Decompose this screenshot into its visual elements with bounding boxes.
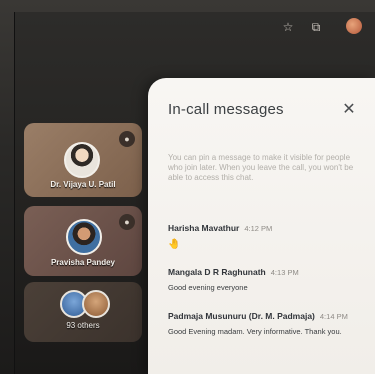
participant-name: Dr. Vijaya U. Patil: [50, 180, 116, 189]
microphone-icon[interactable]: ●: [119, 131, 135, 147]
message-time: 4:13 PM: [270, 268, 299, 277]
raised-hand-icon: 🤚: [168, 239, 181, 250]
close-icon[interactable]: ✕: [341, 102, 357, 118]
group-avatars: [60, 290, 110, 318]
in-call-messages-panel: In-call messages ✕ You can pin a message…: [148, 78, 375, 374]
extension-icon[interactable]: ⧉: [309, 20, 323, 34]
message-time: 4:12 PM: [244, 224, 273, 233]
participant-name: Pravisha Pandey: [50, 258, 116, 267]
message-sender: Mangala D R Raghunath: [168, 267, 266, 277]
avatar: [64, 142, 100, 178]
participant-name: 93 others: [66, 321, 100, 330]
star-icon[interactable]: ☆: [281, 20, 295, 34]
participant-tile-others[interactable]: 93 others: [24, 282, 142, 342]
message-sender: Padmaja Musunuru (Dr. M. Padmaja): [168, 311, 315, 321]
participant-tile-vijaya[interactable]: ● Dr. Vijaya U. Patil: [24, 123, 142, 197]
message-text: Good Evening madam. Very informative. Th…: [168, 327, 342, 336]
participant-tile-pravisha[interactable]: ● Pravisha Pandey: [24, 206, 142, 276]
message-text: Good evening everyone: [168, 283, 248, 292]
chat-info: You can pin a message to make it visible…: [168, 153, 354, 182]
avatar: [66, 219, 102, 255]
avatar: [82, 290, 110, 318]
message-item: Padmaja Musunuru (Dr. M. Padmaja) 4:14 PM…: [168, 306, 358, 337]
message-time: 4:14 PM: [319, 312, 348, 321]
message-sender: Harisha Mavathur: [168, 223, 240, 233]
profile-avatar[interactable]: [346, 18, 362, 34]
microphone-icon[interactable]: ●: [119, 214, 135, 230]
message-item: Mangala D R Raghunath 4:13 PM Good evenin…: [168, 262, 358, 293]
message-item: Harisha Mavathur 4:12 PM 🤚: [168, 218, 358, 250]
panel-title: In-call messages: [168, 101, 284, 118]
